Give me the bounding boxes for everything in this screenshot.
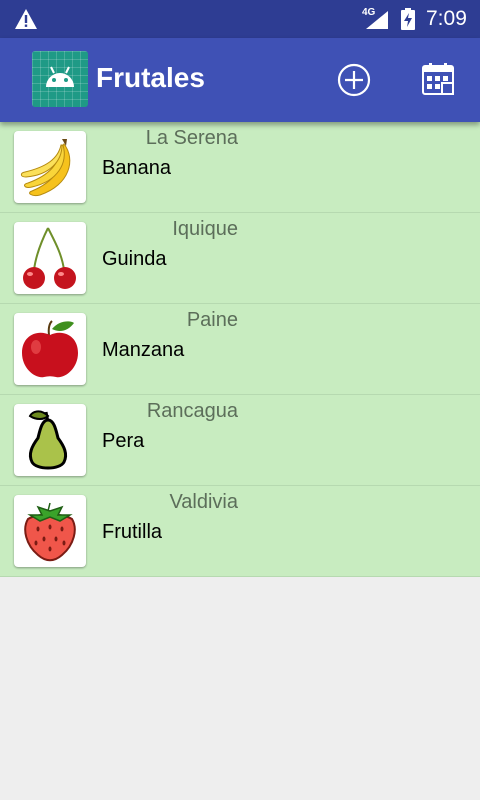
fruit-name: Frutilla (102, 521, 163, 543)
list-item-frutilla[interactable]: Valdivia Frutilla (0, 486, 480, 577)
fruit-city: Iquique (172, 218, 238, 240)
list-item-pera[interactable]: Rancagua Pera (0, 395, 480, 486)
strawberry-icon (24, 502, 76, 562)
fruit-name: Manzana (102, 339, 185, 361)
pear-icon (28, 410, 68, 470)
fruit-city: Paine (186, 309, 238, 331)
signal-icon (366, 11, 388, 29)
fruit-thumbnail (14, 131, 86, 203)
clock: 7:09 (426, 7, 467, 30)
fruit-thumbnail (14, 495, 86, 567)
fruit-city: La Serena (145, 127, 238, 149)
list-item-banana[interactable]: La Serena Banana (0, 122, 480, 213)
list-item-manzana[interactable]: Paine Manzana (0, 304, 480, 395)
fruit-name: Pera (102, 430, 145, 452)
fruit-thumbnail (14, 222, 86, 294)
apple-icon (22, 320, 78, 378)
list-item-guinda[interactable]: Iquique Guinda (0, 213, 480, 304)
warning-icon (15, 9, 37, 29)
battery-charging-icon (401, 8, 415, 30)
fruit-name: Banana (102, 157, 171, 179)
add-circle-icon[interactable] (334, 60, 374, 100)
calendar-icon[interactable] (418, 60, 458, 100)
fruit-thumbnail (14, 404, 86, 476)
fruit-city: Rancagua (146, 400, 238, 422)
fruit-city: Valdivia (169, 491, 238, 513)
fruit-thumbnail (14, 313, 86, 385)
fruit-name: Guinda (102, 248, 167, 270)
app-bar: Frutales (0, 38, 480, 122)
cherry-icon (23, 227, 76, 289)
status-bar: 4G 7:09 (0, 0, 480, 38)
banana-icon (20, 139, 71, 196)
fruit-list: La Serena Banana Iquique Guinda Paine Ma… (0, 122, 480, 577)
android-logo-icon (32, 51, 88, 107)
app-title: Frutales (96, 62, 205, 93)
